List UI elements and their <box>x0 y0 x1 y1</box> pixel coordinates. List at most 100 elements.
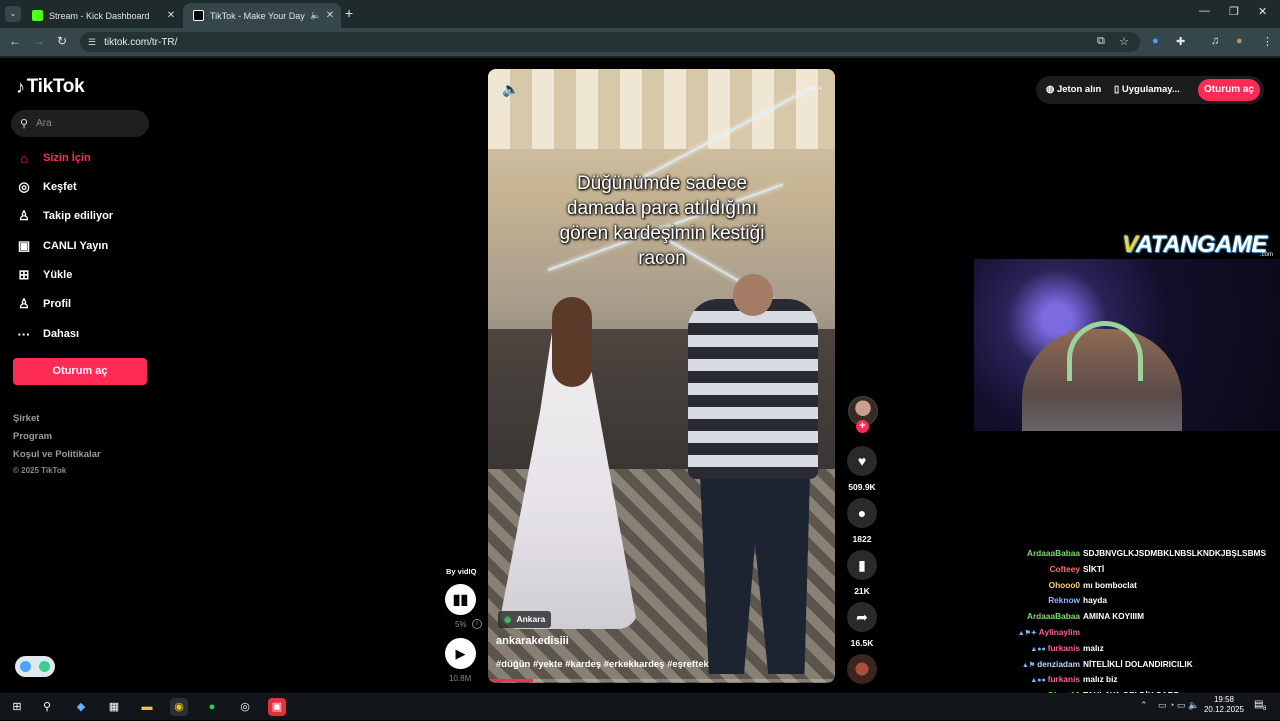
address-bar[interactable]: ☰ tiktok.com/tr-TR/ <box>80 32 1140 52</box>
nav-explore[interactable]: ◎ Keşfet <box>15 176 76 198</box>
sidebar-login-button[interactable]: Oturum aç <box>13 358 147 385</box>
video-scene-man <box>688 299 818 479</box>
compass-icon: ◎ <box>18 179 30 194</box>
video-player[interactable]: Düğünümde sadece damada para atıldığını … <box>488 69 835 683</box>
person-icon: ♙ <box>18 208 30 223</box>
chat-badges-icon: ▲⚑ <box>1021 661 1036 669</box>
file-explorer-icon[interactable]: ▬ <box>138 698 156 716</box>
profile-avatar-icon[interactable]: ● <box>1236 35 1243 47</box>
music-disc[interactable] <box>847 654 877 684</box>
play-icon: ▶ <box>455 646 466 661</box>
tab-search-button[interactable]: ⌄ <box>5 6 21 22</box>
location-pin-icon: ◉ <box>504 614 512 624</box>
chat-username-text: furkanis <box>1047 674 1080 685</box>
profile-icon: ♙ <box>18 296 30 311</box>
close-window-icon[interactable]: ✕ <box>1258 5 1267 18</box>
nav-live[interactable]: ▣ CANLI Yayın <box>15 235 108 257</box>
location-tag[interactable]: ◉ Ankara <box>498 611 552 628</box>
share-button[interactable]: ➦ <box>847 602 877 632</box>
steam-icon[interactable]: ◆ <box>72 698 90 716</box>
footer-link-program[interactable]: Program <box>13 431 52 442</box>
search-placeholder: Ara <box>36 118 52 129</box>
nav-for-you[interactable]: ⌂ Sizin İçin <box>15 147 91 169</box>
chat-message: ArdaaaBabaa SDJBNVGLKJSDMBKLNBSLKNDKJBŞLS… <box>1000 548 1280 563</box>
bookmark-star-icon[interactable]: ☆ <box>1119 35 1129 48</box>
nav-profile[interactable]: ♙ Profil <box>15 293 71 315</box>
chat-username[interactable]: ▲●● furkanis <box>1000 643 1080 653</box>
video-progress-bar[interactable] <box>488 679 835 682</box>
nav-label: Yükle <box>43 269 73 281</box>
chat-username[interactable]: ArdaaaBabaa <box>1000 611 1080 621</box>
caption-line: damada para atıldığını <box>566 198 758 219</box>
back-icon[interactable]: ← <box>9 34 21 48</box>
close-tab-icon[interactable]: ✕ <box>164 10 178 21</box>
info-icon[interactable]: i <box>472 619 482 629</box>
search-input[interactable]: ⚲ Ara <box>11 110 149 137</box>
nav-label: Profil <box>43 298 72 310</box>
nav-more[interactable]: ··· Dahası <box>15 323 80 345</box>
chat-username[interactable]: ▲⚑ denziadam <box>1000 659 1080 669</box>
video-more-options-icon[interactable]: ··· <box>806 79 824 96</box>
reload-icon[interactable]: ↻ <box>57 34 67 48</box>
start-icon[interactable]: ⊞ <box>8 698 26 716</box>
browser-menu-icon[interactable]: ⋮ <box>1262 35 1273 48</box>
spotify-icon[interactable]: ● <box>203 698 221 716</box>
vidiq-status-icon <box>39 661 50 672</box>
close-tab-icon[interactable]: ✕ <box>323 10 337 21</box>
site-info-icon[interactable]: ☰ <box>88 37 96 48</box>
forward-icon[interactable]: → <box>33 34 45 48</box>
chat-username[interactable]: Reknow <box>1000 595 1080 605</box>
nav-label: Takip ediliyor <box>43 210 114 222</box>
tab-tiktok[interactable]: TikTok - Make Your Day 🔈 ✕ <box>183 3 341 28</box>
chat-username[interactable]: ArdaaaBabaa <box>1000 548 1080 558</box>
footer-link-company[interactable]: Şirket <box>13 413 39 424</box>
volume-icon[interactable]: 🔈 <box>502 81 519 98</box>
extension-icon[interactable]: ● <box>1152 35 1159 47</box>
play-button[interactable]: ▶ <box>445 638 476 669</box>
kick-favicon-icon <box>32 10 43 21</box>
new-tab-icon[interactable]: + <box>345 5 353 21</box>
get-coins-link[interactable]: ◍ Jeton alın <box>1046 84 1101 95</box>
header-login-button[interactable]: Oturum aç <box>1198 79 1260 101</box>
share-icon: ➦ <box>856 609 868 625</box>
tab-kick-dashboard[interactable]: Stream - Kick Dashboard ✕ <box>22 3 182 28</box>
app-icon[interactable]: ▣ <box>268 698 286 716</box>
store-icon[interactable]: ▦ <box>105 698 123 716</box>
windows-taskbar <box>0 693 1280 720</box>
chrome-icon[interactable]: ◉ <box>170 698 188 716</box>
coin-icon: ◍ <box>1046 84 1055 95</box>
save-button[interactable]: ▮ <box>847 550 877 580</box>
tray-chevron-icon[interactable]: ⌃ <box>1140 700 1148 711</box>
minimize-icon[interactable]: — <box>1199 5 1210 17</box>
vidiq-stats-button[interactable]: ▮▮ <box>445 584 476 615</box>
footer-link-terms[interactable]: Koşul ve Politikalar <box>13 449 101 460</box>
view-count: 10.8M <box>449 674 472 683</box>
chat-username-text: Ohooo0 <box>1048 579 1080 590</box>
follow-plus-icon[interactable]: + <box>856 420 869 433</box>
chat-username[interactable]: Cofteey <box>1000 564 1080 574</box>
like-button[interactable]: ♥ <box>847 446 877 476</box>
install-app-icon[interactable]: ⧉ <box>1097 35 1105 48</box>
obs-icon[interactable]: ◎ <box>236 698 254 716</box>
vidiq-toggle[interactable] <box>15 656 55 677</box>
get-app-link[interactable]: ▯ Uygulamay... <box>1114 84 1180 95</box>
nav-upload[interactable]: ⊞ Yükle <box>15 264 73 286</box>
tab-audio-icon[interactable]: 🔈 <box>309 10 323 21</box>
chat-message-text: NİTELİKLİ DOLANDIRICILIK <box>1083 658 1193 669</box>
nav-following[interactable]: ♙ Takip ediliyor <box>15 205 113 227</box>
taskbar-clock[interactable]: 19:58 20.12.2025 <box>1200 695 1248 715</box>
tiktok-logo[interactable]: ♪ TikTok <box>16 76 85 98</box>
tray-icons[interactable]: ▭ ◔ ▭ 🔈 <box>1158 700 1199 711</box>
search-taskbar-icon[interactable]: ⚲ <box>38 698 56 716</box>
chat-username[interactable]: ▲●● furkanis <box>1000 674 1080 684</box>
extensions-puzzle-icon[interactable]: ✚ <box>1176 35 1185 48</box>
video-author[interactable]: ankarakedisiii <box>496 635 569 647</box>
comment-button[interactable]: ● <box>847 498 877 528</box>
media-control-icon[interactable]: ♫ <box>1211 35 1219 47</box>
chat-username[interactable]: Ohooo0 <box>1000 580 1080 590</box>
comment-count: 1822 <box>852 534 872 544</box>
chat-username[interactable]: ▲⚑✦ Aylinaylim <box>1000 627 1080 637</box>
page-border <box>0 56 1280 58</box>
video-hashtags[interactable]: #düğün #yekte #kardeş #erkekkardeş #eşre… <box>496 659 709 670</box>
restore-icon[interactable]: ❐ <box>1229 5 1239 18</box>
